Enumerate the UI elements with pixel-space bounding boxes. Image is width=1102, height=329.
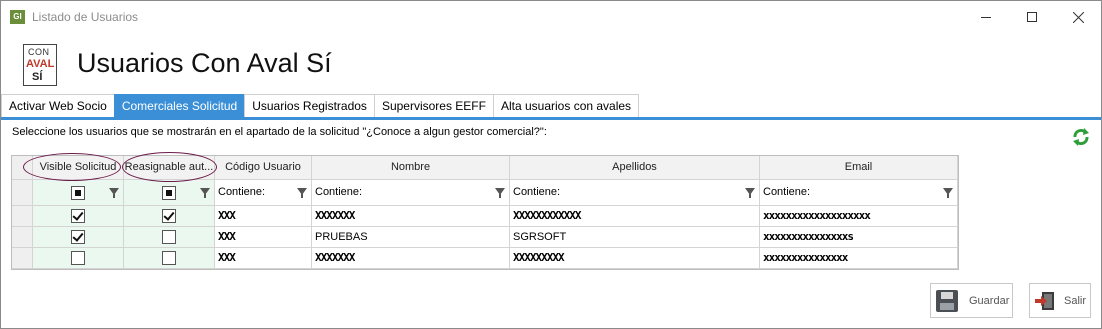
filter-checkbox[interactable] bbox=[162, 186, 176, 200]
row-indicator[interactable] bbox=[12, 206, 33, 227]
visible-cell bbox=[33, 206, 124, 227]
page-title: Usuarios Con Aval Sí bbox=[77, 48, 332, 78]
codigo-cell[interactable]: XXX bbox=[215, 248, 312, 269]
minimize-button[interactable] bbox=[963, 1, 1009, 33]
reasignable-checkbox[interactable] bbox=[162, 230, 176, 244]
table-row[interactable]: XXX PRUEBAS SGRSOFT xxxxxxxxxxxxxxxs bbox=[12, 227, 958, 248]
reasignable-cell bbox=[124, 227, 215, 248]
window-title: Listado de Usuarios bbox=[32, 10, 139, 24]
nombre-cell[interactable]: XXXXXXX bbox=[312, 248, 510, 269]
close-icon bbox=[1072, 11, 1084, 23]
logo-line-1: CON bbox=[28, 47, 50, 57]
exit-door-icon bbox=[1035, 291, 1054, 310]
column-header-nombre[interactable]: Nombre bbox=[312, 156, 510, 180]
minimize-icon bbox=[981, 16, 991, 18]
column-header-apellidos[interactable]: Apellidos bbox=[510, 156, 760, 180]
brand-logo: CON AVAL SÍ bbox=[23, 44, 57, 86]
filter-email[interactable]: Contiene: bbox=[760, 180, 958, 206]
filter-reasignable[interactable] bbox=[124, 180, 215, 206]
row-indicator[interactable] bbox=[12, 227, 33, 248]
codigo-cell[interactable]: XXX bbox=[215, 227, 312, 248]
column-header-codigo-usuario[interactable]: Código Usuario bbox=[215, 156, 312, 180]
filter-icon[interactable] bbox=[200, 188, 210, 198]
title-bar: GI Listado de Usuarios bbox=[1, 1, 1101, 33]
filter-icon[interactable] bbox=[495, 188, 505, 198]
save-button-label: Guardar bbox=[969, 294, 1010, 307]
filter-checkbox[interactable] bbox=[71, 186, 85, 200]
codigo-cell[interactable]: XXX bbox=[215, 206, 312, 227]
tab-supervisores-eeff[interactable]: Supervisores EEFF bbox=[373, 94, 494, 118]
email-cell[interactable]: xxxxxxxxxxxxxxxs bbox=[760, 227, 958, 248]
tab-comerciales-solicitud[interactable]: Comerciales Solicitud bbox=[113, 94, 246, 118]
refresh-arrows-icon bbox=[1073, 128, 1089, 146]
filter-label: Contiene: bbox=[315, 186, 363, 198]
highlight-annotation bbox=[122, 152, 217, 182]
maximize-button[interactable] bbox=[1009, 1, 1055, 33]
email-cell[interactable]: xxxxxxxxxxxxxxxxxxx bbox=[760, 206, 958, 227]
apellidos-cell[interactable]: SGRSOFT bbox=[510, 227, 760, 248]
close-button[interactable] bbox=[1055, 1, 1101, 33]
grid-filter-row: Contiene: Contiene: Contiene: Contiene: bbox=[12, 180, 958, 206]
filter-visible-solicitud[interactable] bbox=[33, 180, 124, 206]
maximize-icon bbox=[1027, 12, 1037, 22]
apellidos-cell[interactable]: XXXXXXXXX bbox=[510, 248, 760, 269]
tab-usuarios-registrados[interactable]: Usuarios Registrados bbox=[244, 94, 375, 118]
visible-cell bbox=[33, 248, 124, 269]
filter-codigo-usuario[interactable]: Contiene: bbox=[215, 180, 312, 206]
table-row[interactable]: XXX XXXXXXX XXXXXXXXXXXX xxxxxxxxxxxxxxx… bbox=[12, 206, 958, 227]
visible-checkbox[interactable] bbox=[71, 209, 85, 223]
tab-alta-usuarios-con-avales[interactable]: Alta usuarios con avales bbox=[492, 94, 640, 118]
apellidos-cell[interactable]: XXXXXXXXXXXX bbox=[510, 206, 760, 227]
refresh-icon[interactable] bbox=[1071, 127, 1091, 147]
nombre-cell[interactable]: PRUEBAS bbox=[312, 227, 510, 248]
visible-cell bbox=[33, 227, 124, 248]
email-cell[interactable]: xxxxxxxxxxxxxxx bbox=[760, 248, 958, 269]
reasignable-checkbox[interactable] bbox=[162, 209, 176, 223]
table-row[interactable]: XXX XXXXXXX XXXXXXXXX xxxxxxxxxxxxxxx bbox=[12, 248, 958, 269]
column-header-email[interactable]: Email bbox=[760, 156, 958, 180]
visible-checkbox[interactable] bbox=[71, 230, 85, 244]
filter-label: Contiene: bbox=[763, 186, 811, 198]
floppy-disk-icon bbox=[936, 289, 958, 312]
row-indicator-filter bbox=[12, 180, 33, 206]
exit-button-label: Salir bbox=[1064, 294, 1087, 307]
window: GI Listado de Usuarios CON AVAL SÍ Usuar… bbox=[0, 0, 1102, 329]
logo-line-2: AVAL bbox=[26, 58, 55, 70]
highlight-annotation bbox=[23, 153, 121, 181]
reasignable-cell bbox=[124, 248, 215, 269]
filter-icon[interactable] bbox=[943, 188, 953, 198]
exit-button[interactable]: Salir bbox=[1029, 283, 1091, 318]
filter-apellidos[interactable]: Contiene: bbox=[510, 180, 760, 206]
app-icon: GI bbox=[10, 10, 25, 24]
save-button[interactable]: Guardar bbox=[930, 283, 1013, 318]
filter-icon[interactable] bbox=[745, 188, 755, 198]
tab-bar: Activar Web Socio Comerciales Solicitud … bbox=[1, 94, 640, 118]
filter-nombre[interactable]: Contiene: bbox=[312, 180, 510, 206]
tab-underline bbox=[1, 117, 1101, 120]
reasignable-checkbox[interactable] bbox=[162, 251, 176, 265]
filter-icon[interactable] bbox=[297, 188, 307, 198]
filter-label: Contiene: bbox=[218, 186, 266, 198]
filter-label: Contiene: bbox=[513, 186, 561, 198]
reasignable-cell bbox=[124, 206, 215, 227]
row-indicator[interactable] bbox=[12, 248, 33, 269]
instructions-text: Seleccione los usuarios que se mostrarán… bbox=[12, 126, 547, 138]
tab-activar-web-socio[interactable]: Activar Web Socio bbox=[1, 94, 115, 118]
nombre-cell[interactable]: XXXXXXX bbox=[312, 206, 510, 227]
filter-icon[interactable] bbox=[109, 188, 119, 198]
logo-line-3: SÍ bbox=[32, 71, 43, 83]
visible-checkbox[interactable] bbox=[71, 251, 85, 265]
